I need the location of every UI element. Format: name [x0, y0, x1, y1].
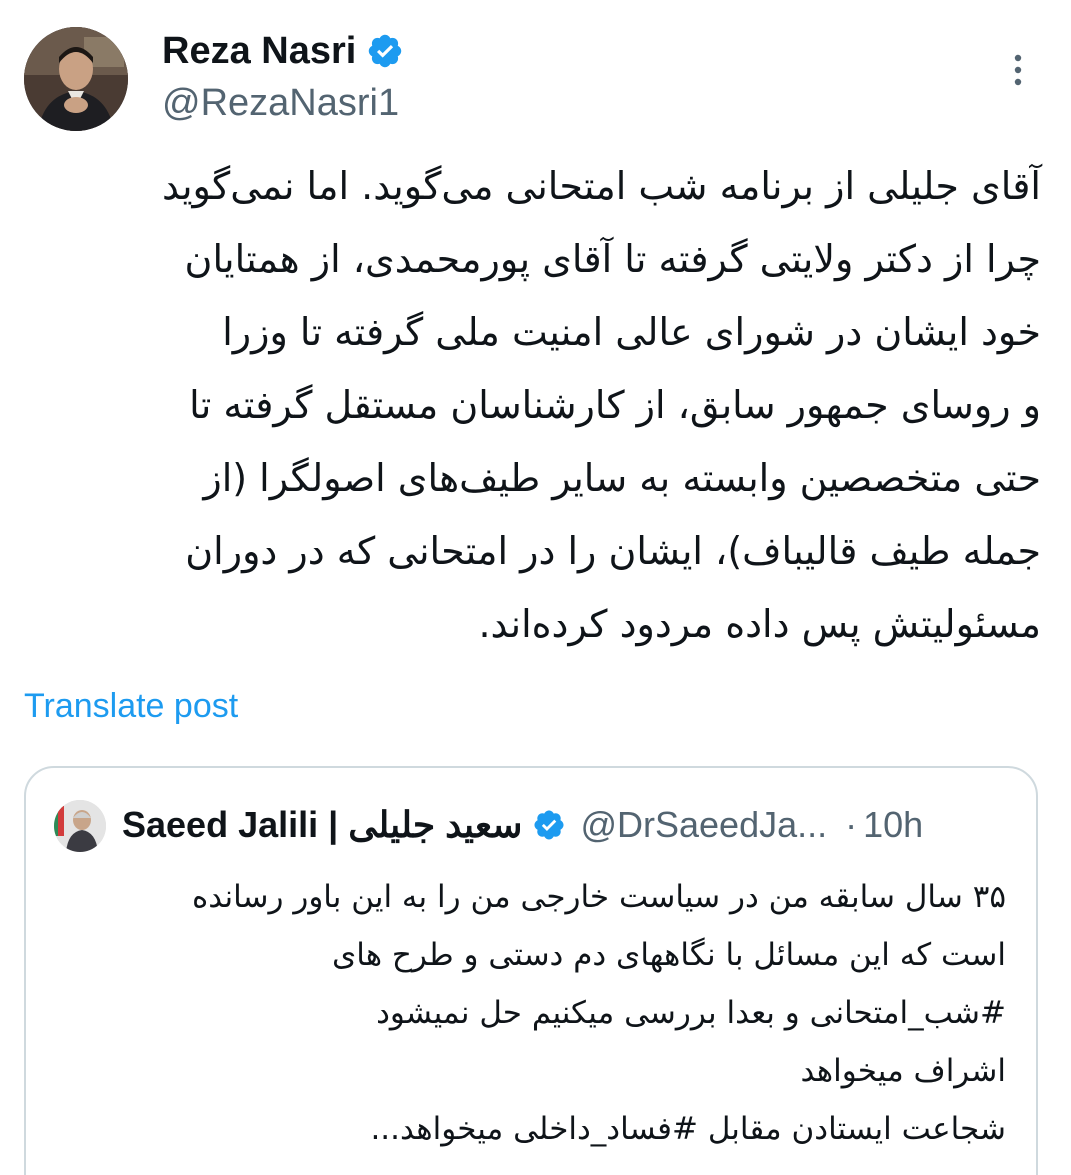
- quoted-post-text: ۳۵ سال سابقه من در سیاست خارجی من را به …: [46, 868, 1006, 1158]
- quoted-post-card[interactable]: Saeed Jalili | سعید جلیلی @DrSaeedJa... …: [24, 766, 1038, 1175]
- post-text-line: مسئولیتش پس داده مردود کرده‌اند.: [478, 602, 1041, 646]
- post-view: Reza Nasri @RezaNasri1 آقای جلیلی از برن…: [0, 0, 1071, 1175]
- quoted-text-line: اشراف میخواهد: [800, 1053, 1006, 1089]
- quoted-timestamp[interactable]: 10h: [863, 798, 923, 852]
- more-vertical-icon[interactable]: [1000, 50, 1036, 90]
- post-text: آقای جلیلی از برنامه شب امتحانی می‌گوید.…: [31, 150, 1041, 661]
- quoted-text-line: است که این مسائل با نگاههای دم دستی و طر…: [332, 937, 1006, 973]
- post-text-line: آقای جلیلی از برنامه شب امتحانی می‌گوید.…: [162, 164, 1041, 208]
- post-text-line: و روسای جمهور سابق، از کارشناسان مستقل گ…: [189, 383, 1041, 427]
- separator-dot: ·: [845, 804, 858, 845]
- quoted-author-avatar[interactable]: [54, 800, 106, 852]
- post-text-line: چرا از دکتر ولایتی گرفته تا آقای پورمحمد…: [184, 237, 1041, 281]
- author-name[interactable]: Reza Nasri: [162, 28, 356, 74]
- verified-badge-icon: [534, 810, 564, 840]
- quoted-author-handle[interactable]: @DrSaeedJa...: [580, 798, 827, 852]
- post-text-line: جمله طیف قالیباف)، ایشان را در امتحانی ک…: [185, 529, 1041, 573]
- post-text-line: خود ایشان در شورای عالی امنیت ملی گرفته …: [222, 310, 1041, 354]
- author-avatar[interactable]: [24, 27, 128, 131]
- quoted-text-line: ۳۵ سال سابقه من در سیاست خارجی من را به …: [191, 879, 1006, 915]
- quoted-text-line: شجاعت ایستادن مقابل #فساد_داخلی میخواهد.…: [370, 1111, 1006, 1147]
- post-text-line: حتی متخصصین وابسته به سایر طیف‌های اصولگ…: [203, 456, 1041, 500]
- author-handle[interactable]: @RezaNasri1: [162, 80, 399, 126]
- verified-badge-icon: [369, 34, 402, 68]
- quoted-header: Saeed Jalili | سعید جلیلی @DrSaeedJa... …: [122, 798, 923, 852]
- quoted-text-line: #شب_امتحانی و بعدا بررسی میکنیم حل نمیشو…: [376, 995, 1006, 1031]
- quoted-author-name[interactable]: Saeed Jalili | سعید جلیلی: [122, 798, 522, 852]
- author-name-row: Reza Nasri: [162, 28, 404, 74]
- translate-post-link[interactable]: Translate post: [24, 684, 238, 728]
